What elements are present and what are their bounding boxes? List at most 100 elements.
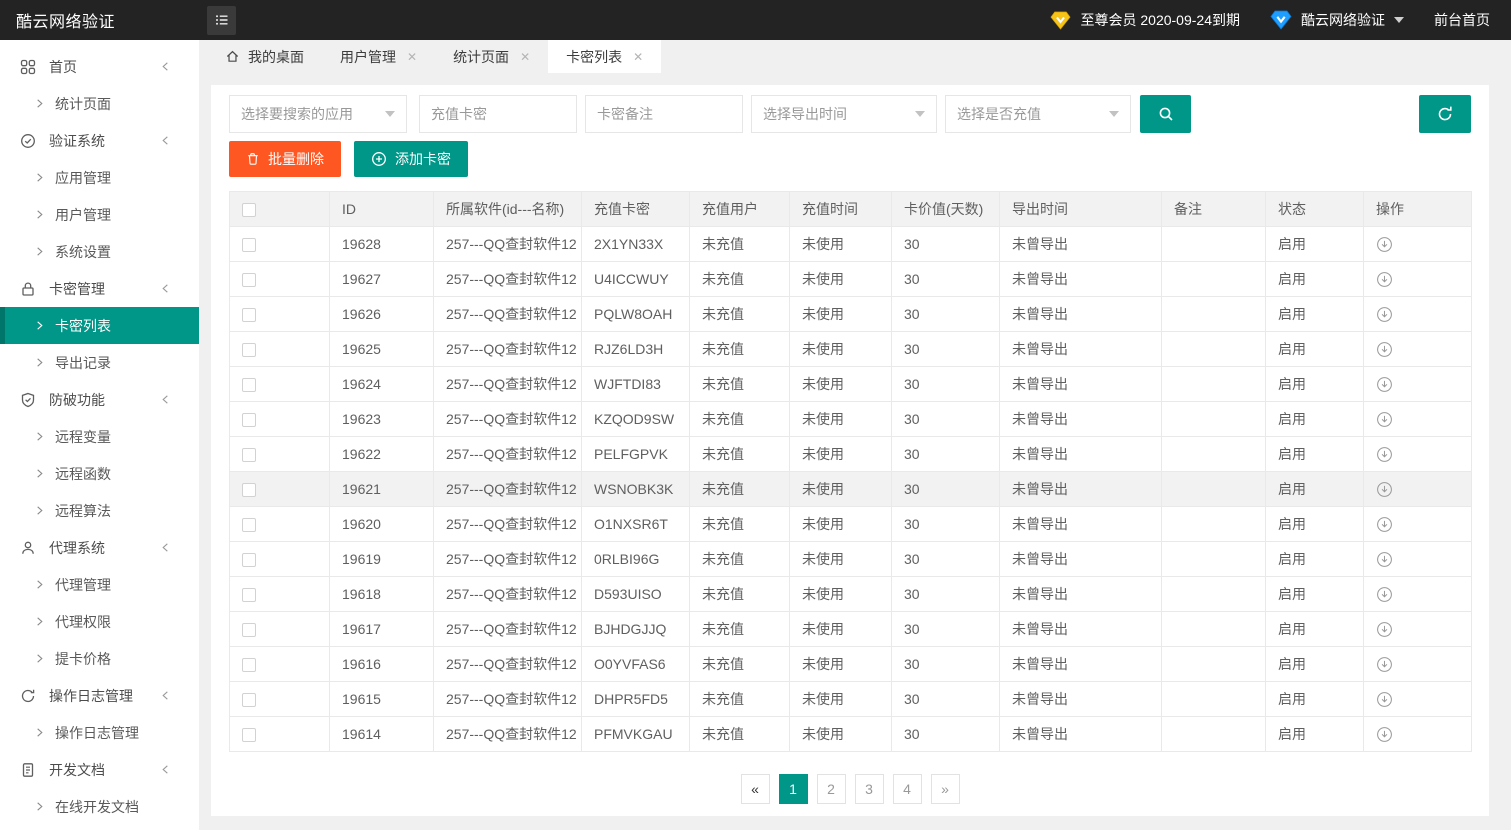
row-checkbox[interactable] [242, 273, 256, 287]
refresh-button[interactable] [1419, 95, 1471, 133]
download-icon[interactable] [1376, 621, 1393, 638]
row-checkbox[interactable] [242, 238, 256, 252]
row-checkbox[interactable] [242, 308, 256, 322]
col-header-id: ID [330, 192, 434, 227]
card-key-input[interactable] [419, 95, 577, 133]
download-icon[interactable] [1376, 411, 1393, 428]
pagination-prev[interactable]: « [741, 774, 770, 804]
download-icon[interactable] [1376, 236, 1393, 253]
cell-user: 未充值 [690, 612, 790, 647]
sidebar-item-agent-permission[interactable]: 代理权限 [0, 603, 199, 640]
row-checkbox[interactable] [242, 658, 256, 672]
pagination-page-3[interactable]: 3 [855, 774, 884, 804]
menu-toggle-button[interactable] [207, 6, 236, 35]
pagination-next[interactable]: » [931, 774, 960, 804]
sidebar-item-card-price[interactable]: 提卡价格 [0, 640, 199, 677]
refresh-icon [1436, 105, 1454, 123]
row-checkbox[interactable] [242, 693, 256, 707]
cell-user: 未充值 [690, 682, 790, 717]
chevron-left-icon [160, 61, 171, 72]
cell-actions [1364, 717, 1472, 752]
sidebar-item-remote-variable[interactable]: 远程变量 [0, 418, 199, 455]
cell-card: U4ICCWUY [582, 262, 690, 297]
pagination-page-1[interactable]: 1 [779, 774, 808, 804]
cell-status: 启用 [1266, 717, 1364, 752]
sidebar-item-label: 统计页面 [55, 94, 111, 114]
download-icon[interactable] [1376, 306, 1393, 323]
sidebar-item-oplog-manage[interactable]: 操作日志管理 [0, 714, 199, 751]
cell-software: 257---QQ查封软件12 [434, 717, 582, 752]
chevron-right-icon [34, 616, 45, 627]
app-select[interactable]: 选择要搜索的应用 [229, 95, 407, 133]
frontend-home-link[interactable]: 前台首页 [1434, 10, 1490, 30]
row-checkbox[interactable] [242, 483, 256, 497]
tab-card-list[interactable]: 卡密列表✕ [548, 40, 661, 73]
row-checkbox[interactable] [242, 413, 256, 427]
sidebar-item-system-settings[interactable]: 系统设置 [0, 233, 199, 270]
sidebar-item-user-manage[interactable]: 用户管理 [0, 196, 199, 233]
sidebar-item-card-manage[interactable]: 卡密管理 [0, 270, 199, 307]
table-row: 19620257---QQ查封软件12O1NXSR6T未充值未使用30未曾导出启… [230, 507, 1472, 542]
sidebar-item-agent-system[interactable]: 代理系统 [0, 529, 199, 566]
row-checkbox[interactable] [242, 623, 256, 637]
table-row: 19616257---QQ查封软件12O0YVFAS6未充值未使用30未曾导出启… [230, 647, 1472, 682]
row-checkbox[interactable] [242, 378, 256, 392]
download-icon[interactable] [1376, 376, 1393, 393]
cell-days: 30 [892, 332, 1000, 367]
membership-badge[interactable]: 至尊会员 2020-09-24到期 [1050, 10, 1240, 30]
download-icon[interactable] [1376, 691, 1393, 708]
batch-delete-button[interactable]: 批量删除 [229, 141, 341, 177]
tab-desktop[interactable]: 我的桌面 [207, 40, 322, 73]
download-icon[interactable] [1376, 341, 1393, 358]
sidebar-item-stats-page[interactable]: 统计页面 [0, 85, 199, 122]
tab-stats-page[interactable]: 统计页面✕ [435, 40, 548, 73]
close-icon[interactable]: ✕ [407, 51, 417, 63]
search-button[interactable] [1140, 95, 1191, 133]
row-checkbox[interactable] [242, 553, 256, 567]
sidebar-item-export-records[interactable]: 导出记录 [0, 344, 199, 381]
download-icon[interactable] [1376, 516, 1393, 533]
sidebar-item-card-list[interactable]: 卡密列表 [0, 307, 199, 344]
sidebar-item-home[interactable]: 首页 [0, 48, 199, 85]
sidebar-item-dev-docs[interactable]: 开发文档 [0, 751, 199, 788]
cell-checkbox [230, 717, 330, 752]
download-icon[interactable] [1376, 551, 1393, 568]
sidebar-item-anti-crack[interactable]: 防破功能 [0, 381, 199, 418]
download-icon[interactable] [1376, 271, 1393, 288]
select-all-checkbox[interactable] [242, 203, 256, 217]
download-icon[interactable] [1376, 481, 1393, 498]
tab-label: 我的桌面 [248, 47, 304, 67]
sidebar-item-remote-function[interactable]: 远程函数 [0, 455, 199, 492]
pagination-page-2[interactable]: 2 [817, 774, 846, 804]
sidebar-item-verify-system[interactable]: 验证系统 [0, 122, 199, 159]
sidebar-item-oplog-group[interactable]: 操作日志管理 [0, 677, 199, 714]
download-icon[interactable] [1376, 586, 1393, 603]
cell-software: 257---QQ查封软件12 [434, 612, 582, 647]
sidebar-item-label: 代理管理 [55, 575, 111, 595]
row-checkbox[interactable] [242, 343, 256, 357]
user-menu[interactable]: 酷云网络验证 [1270, 10, 1404, 30]
cell-card: WSNOBK3K [582, 472, 690, 507]
recharge-select[interactable]: 选择是否充值 [945, 95, 1131, 133]
sidebar-item-remote-algorithm[interactable]: 远程算法 [0, 492, 199, 529]
close-icon[interactable]: ✕ [633, 51, 643, 63]
sidebar-item-online-dev-docs[interactable]: 在线开发文档 [0, 788, 199, 825]
download-icon[interactable] [1376, 656, 1393, 673]
row-checkbox[interactable] [242, 448, 256, 462]
row-checkbox[interactable] [242, 518, 256, 532]
cell-days: 30 [892, 367, 1000, 402]
download-icon[interactable] [1376, 726, 1393, 743]
row-checkbox[interactable] [242, 588, 256, 602]
sidebar-item-app-manage[interactable]: 应用管理 [0, 159, 199, 196]
tab-user-manage[interactable]: 用户管理✕ [322, 40, 435, 73]
cell-time: 未使用 [790, 682, 892, 717]
export-time-select[interactable]: 选择导出时间 [751, 95, 937, 133]
cell-note [1162, 437, 1266, 472]
close-icon[interactable]: ✕ [520, 51, 530, 63]
add-card-button[interactable]: 添加卡密 [354, 141, 468, 177]
card-note-input[interactable] [585, 95, 743, 133]
pagination-page-4[interactable]: 4 [893, 774, 922, 804]
row-checkbox[interactable] [242, 728, 256, 742]
download-icon[interactable] [1376, 446, 1393, 463]
sidebar-item-agent-manage[interactable]: 代理管理 [0, 566, 199, 603]
